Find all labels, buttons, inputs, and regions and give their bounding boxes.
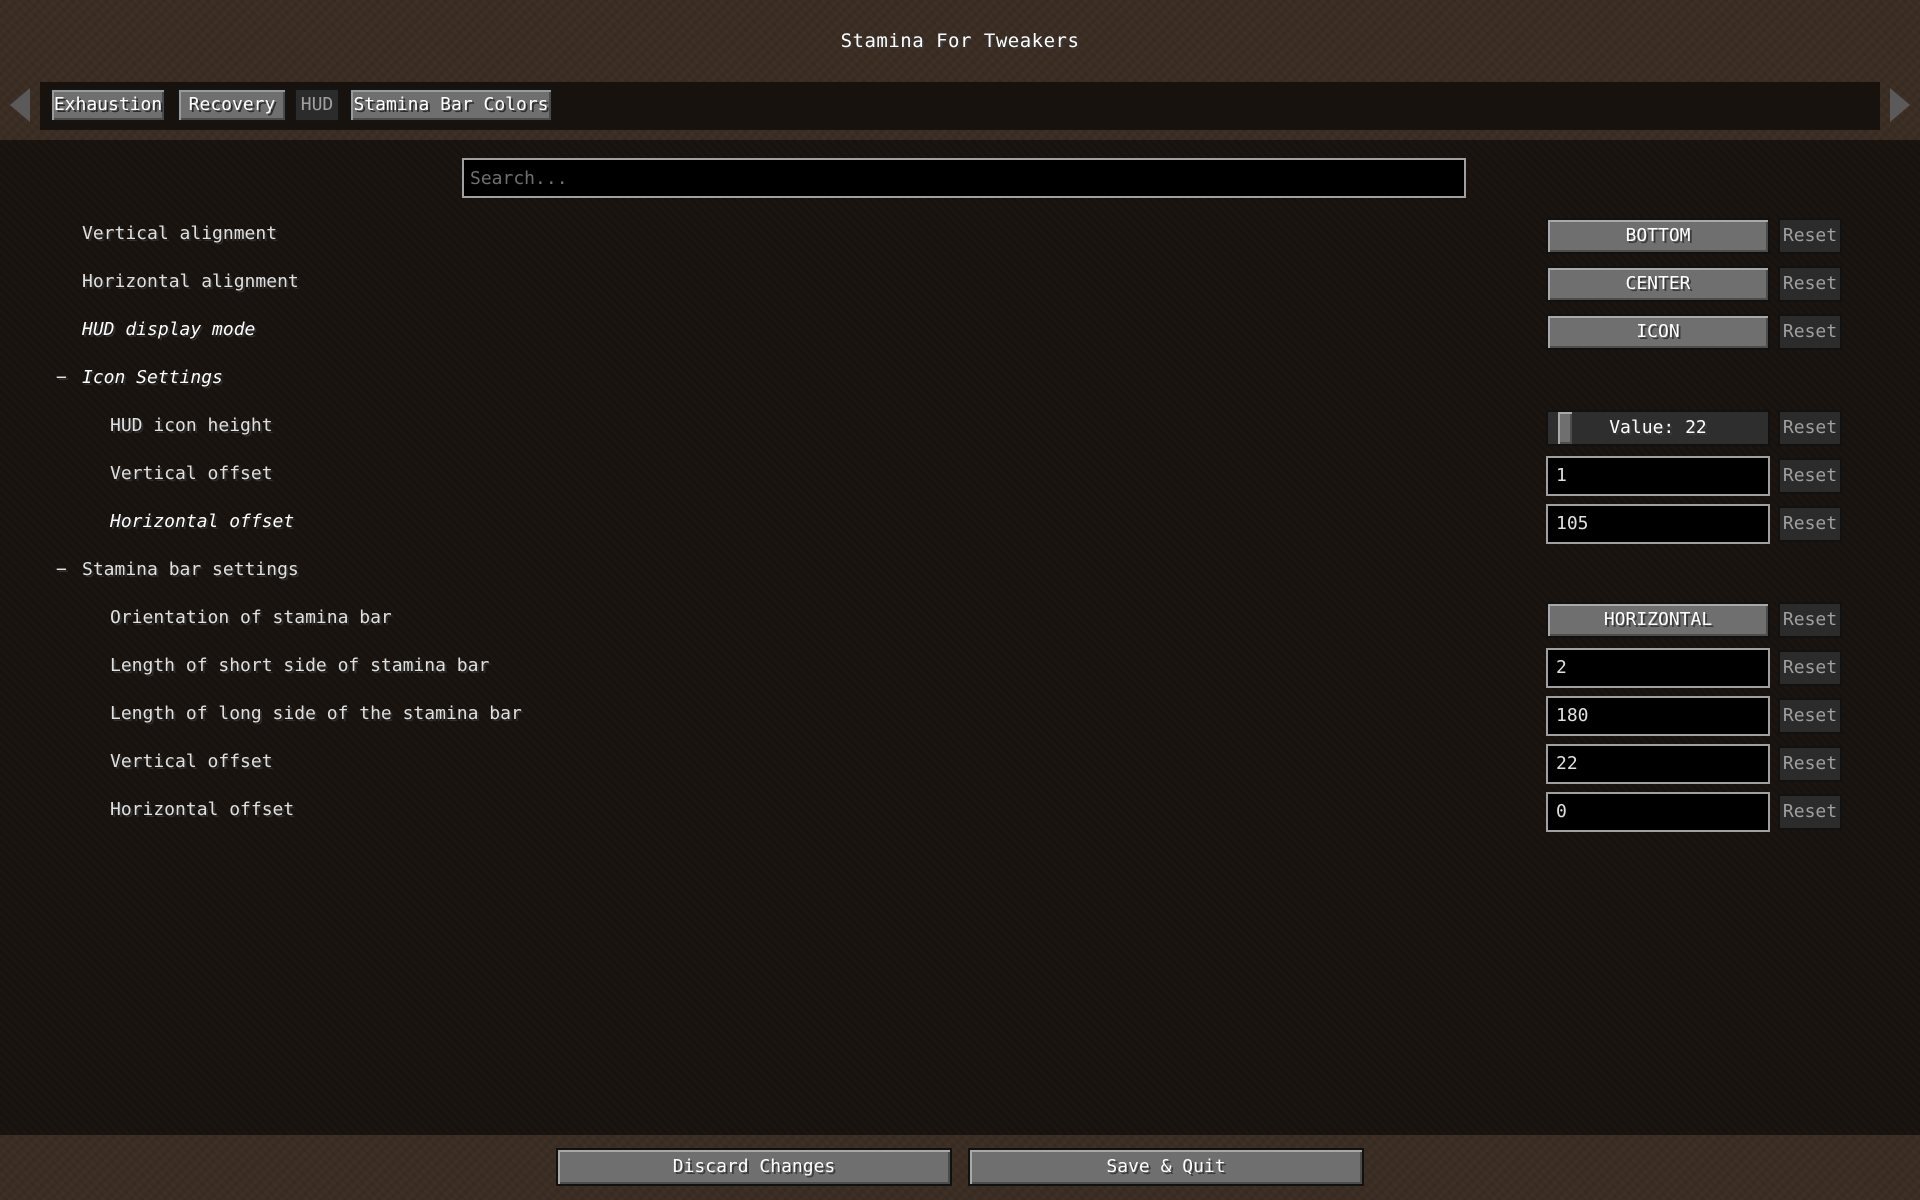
orientation-label: Orientation of stamina bar <box>110 607 392 628</box>
discard-changes-button[interactable]: Discard Changes <box>556 1148 952 1186</box>
vertical-alignment-label: Vertical alignment <box>82 223 278 244</box>
config-screen: Stamina For Tweakers Exhaustion Recovery… <box>0 0 1920 1200</box>
hud-display-mode-label: HUD display mode <box>82 319 256 340</box>
bar-vertical-offset-field[interactable]: 22 <box>1546 744 1770 784</box>
tab-bar-background: Exhaustion Recovery HUD Stamina Bar Colo… <box>40 82 1880 130</box>
hud-display-mode-button[interactable]: ICON <box>1546 314 1770 350</box>
bar-horizontal-offset-reset-button[interactable]: Reset <box>1778 794 1842 830</box>
tab-hud[interactable]: HUD <box>294 88 340 122</box>
stamina-bar-settings-collapse-icon[interactable]: − <box>56 559 67 580</box>
orientation-button[interactable]: HORIZONTAL <box>1546 602 1770 638</box>
bar-vertical-offset-label: Vertical offset <box>110 751 273 772</box>
hud-icon-height-label: HUD icon height <box>110 415 273 436</box>
window-title: Stamina For Tweakers <box>840 30 1080 52</box>
horizontal-alignment-button[interactable]: CENTER <box>1546 266 1770 302</box>
short-side-field[interactable]: 2 <box>1546 648 1770 688</box>
horizontal-alignment-label: Horizontal alignment <box>82 271 299 292</box>
save-and-quit-button[interactable]: Save & Quit <box>968 1148 1364 1186</box>
bar-horizontal-offset-label: Horizontal offset <box>110 799 295 820</box>
bar-horizontal-offset-field[interactable]: 0 <box>1546 792 1770 832</box>
vertical-alignment-reset-button[interactable]: Reset <box>1778 218 1842 254</box>
hud-display-mode-reset-button[interactable]: Reset <box>1778 314 1842 350</box>
icon-settings-collapse-icon[interactable]: − <box>56 367 67 388</box>
short-side-reset-button[interactable]: Reset <box>1778 650 1842 686</box>
icon-vertical-offset-field[interactable]: 1 <box>1546 456 1770 496</box>
search-input[interactable] <box>462 158 1466 198</box>
icon-horizontal-offset-field[interactable]: 105 <box>1546 504 1770 544</box>
tab-exhaustion[interactable]: Exhaustion <box>50 88 166 122</box>
long-side-label: Length of long side of the stamina bar <box>110 703 522 724</box>
hud-icon-height-reset-button[interactable]: Reset <box>1778 410 1842 446</box>
icon-horizontal-offset-label: Horizontal offset <box>110 511 295 532</box>
tab-stamina-bar-colors[interactable]: Stamina Bar Colors <box>349 88 553 122</box>
tab-recovery[interactable]: Recovery <box>177 88 287 122</box>
icon-vertical-offset-label: Vertical offset <box>110 463 273 484</box>
horizontal-alignment-reset-button[interactable]: Reset <box>1778 266 1842 302</box>
icon-vertical-offset-reset-button[interactable]: Reset <box>1778 458 1842 494</box>
stamina-bar-settings-header[interactable]: Stamina bar settings <box>82 559 299 580</box>
icon-horizontal-offset-reset-button[interactable]: Reset <box>1778 506 1842 542</box>
short-side-label: Length of short side of stamina bar <box>110 655 490 676</box>
vertical-alignment-button[interactable]: BOTTOM <box>1546 218 1770 254</box>
bar-vertical-offset-reset-button[interactable]: Reset <box>1778 746 1842 782</box>
slider-value-text: Value: 22 <box>1609 417 1707 438</box>
orientation-reset-button[interactable]: Reset <box>1778 602 1842 638</box>
tab-bar: Exhaustion Recovery HUD Stamina Bar Colo… <box>0 82 1920 130</box>
long-side-field[interactable]: 180 <box>1546 696 1770 736</box>
icon-settings-header[interactable]: Icon Settings <box>82 367 223 388</box>
long-side-reset-button[interactable]: Reset <box>1778 698 1842 734</box>
hud-icon-height-slider[interactable]: Value: 22 <box>1546 410 1770 446</box>
